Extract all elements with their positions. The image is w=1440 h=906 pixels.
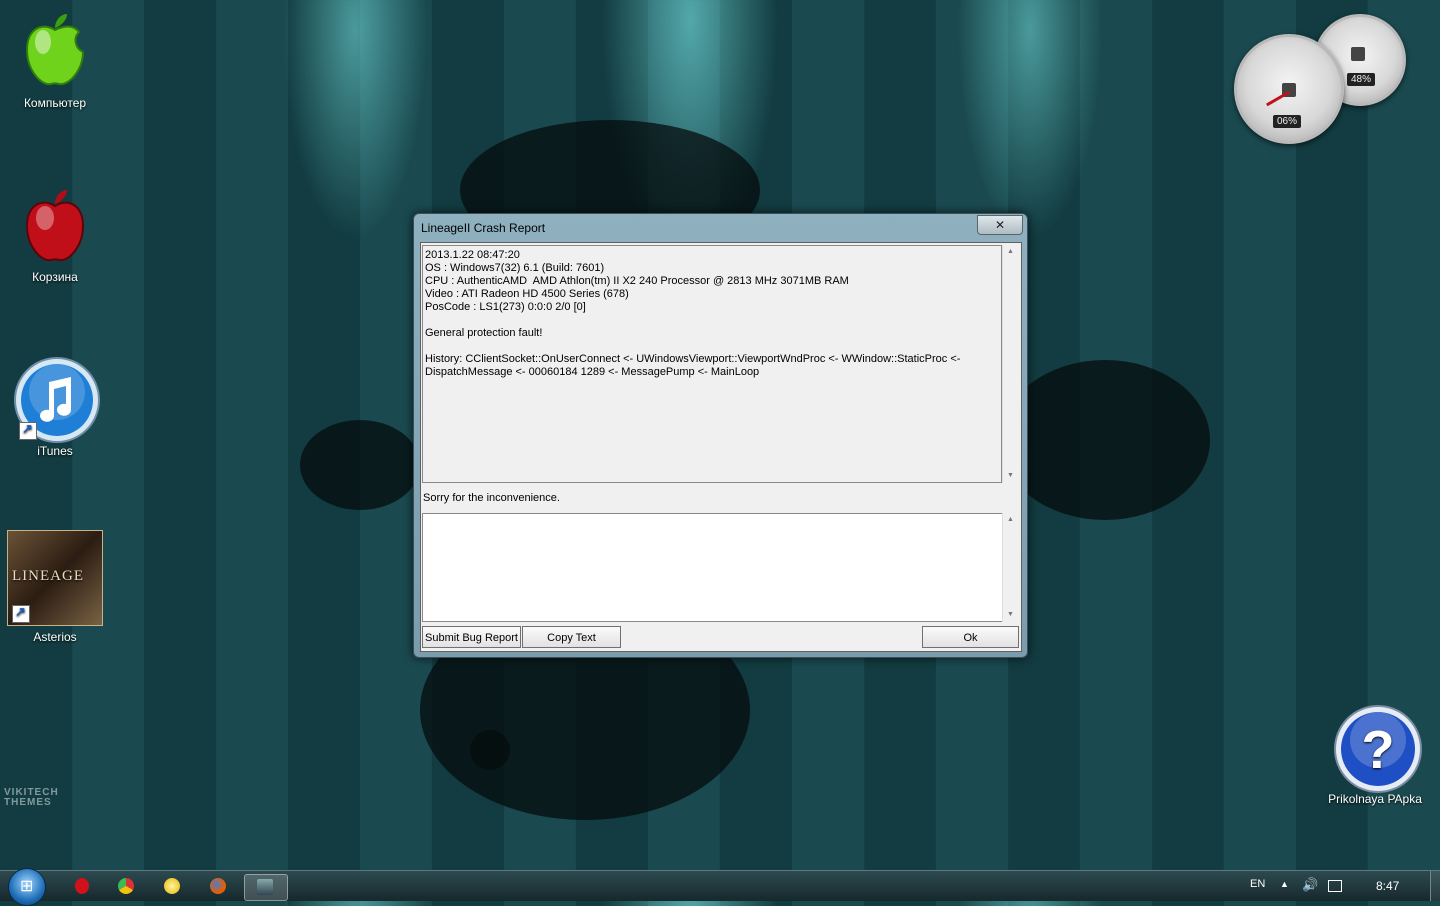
desktop-icon-label: Prikolnaya PApka (1328, 792, 1422, 806)
crash-log-text[interactable]: 2013.1.22 08:47:20 OS : Windows7(32) 6.1… (422, 245, 1002, 483)
shortcut-arrow-icon (19, 421, 37, 440)
media-player-icon (164, 878, 180, 894)
memory-chip-icon (1351, 47, 1365, 61)
lineage-icon: LINEAGE (7, 530, 103, 626)
window-title: LineageII Crash Report (421, 221, 546, 235)
svg-text:?: ? (1362, 720, 1395, 780)
desktop-icon-asterios[interactable]: LINEAGE Asterios (0, 530, 110, 644)
wallpaper-splash (470, 730, 510, 770)
taskbar-firefox[interactable] (198, 874, 238, 899)
language-indicator[interactable]: EN (1250, 878, 1265, 890)
taskbar-chrome[interactable] (106, 874, 146, 899)
desktop-icon-label: Asterios (33, 630, 77, 644)
chrome-icon (118, 878, 134, 894)
scroll-up-icon[interactable]: ▲ (1003, 245, 1018, 259)
apology-text: Sorry for the inconvenience. (423, 492, 560, 504)
comment-input[interactable] (422, 513, 1004, 622)
window-client-area: 2013.1.22 08:47:20 OS : Windows7(32) 6.1… (420, 242, 1022, 652)
crash-report-window: LineageII Crash Report ✕ 2013.1.22 08:47… (413, 213, 1028, 658)
close-button[interactable]: ✕ (977, 215, 1023, 235)
windows-logo-icon: ⊞ (20, 878, 34, 895)
cpu-dial: 06% (1234, 34, 1344, 144)
opera-icon (75, 878, 89, 894)
taskbar-media[interactable] (152, 874, 192, 899)
cpu-percent: 06% (1273, 115, 1302, 128)
desktop-icon-label: Корзина (32, 270, 78, 284)
lineage-app-icon (257, 879, 273, 895)
cpu-meter-gadget[interactable]: 48% 06% (1234, 14, 1406, 144)
shortcut-arrow-icon (12, 604, 30, 623)
wallpaper-splash (300, 420, 420, 510)
scroll-down-icon[interactable]: ▼ (1003, 608, 1018, 622)
comment-scrollbar[interactable]: ▲ ▼ (1002, 513, 1018, 622)
apple-green-icon (13, 8, 97, 92)
scroll-down-icon[interactable]: ▼ (1003, 469, 1018, 483)
help-question-icon: ? (1333, 704, 1422, 793)
volume-icon[interactable]: 🔊 (1302, 877, 1318, 893)
wallpaper-splash (1000, 360, 1210, 520)
itunes-icon (13, 356, 100, 443)
ok-button[interactable]: Ok (922, 626, 1019, 648)
desktop-icon-label: iTunes (37, 444, 73, 458)
network-icon[interactable] (1328, 880, 1342, 892)
scroll-up-icon[interactable]: ▲ (1003, 513, 1018, 527)
show-desktop-button[interactable] (1430, 871, 1440, 901)
tray-expand-icon[interactable]: ▲ (1280, 879, 1289, 889)
clock[interactable]: 8:47 (1376, 879, 1399, 893)
desktop-icon-label: Компьютер (23, 96, 87, 110)
memory-percent: 48% (1347, 73, 1376, 86)
cpu-needle (1265, 90, 1291, 107)
lineage-logo-text: LINEAGE (12, 568, 84, 584)
log-scrollbar[interactable]: ▲ ▼ (1002, 245, 1018, 483)
apple-red-icon (13, 182, 97, 266)
firefox-icon (210, 878, 226, 894)
taskbar-lineage-active[interactable] (244, 874, 288, 901)
start-button[interactable]: ⊞ (8, 868, 46, 906)
theme-watermark: VIKITECH THEMES (4, 787, 59, 808)
copy-text-button[interactable]: Copy Text (522, 626, 621, 648)
desktop-icon-computer[interactable]: Компьютер (0, 8, 110, 110)
desktop-icon-itunes[interactable]: iTunes (0, 356, 110, 458)
desktop-icon-recycle-bin[interactable]: Корзина (0, 182, 110, 284)
desktop-icon-prikolnaya-papka[interactable]: ? Prikolnaya PApka (1320, 704, 1430, 806)
taskbar: ⊞ EN ▲ 🔊 8:47 (0, 868, 1440, 906)
taskbar-opera[interactable] (60, 874, 100, 899)
title-bar[interactable]: LineageII Crash Report ✕ (414, 214, 1027, 240)
submit-bug-report-button[interactable]: Submit Bug Report (422, 626, 521, 648)
